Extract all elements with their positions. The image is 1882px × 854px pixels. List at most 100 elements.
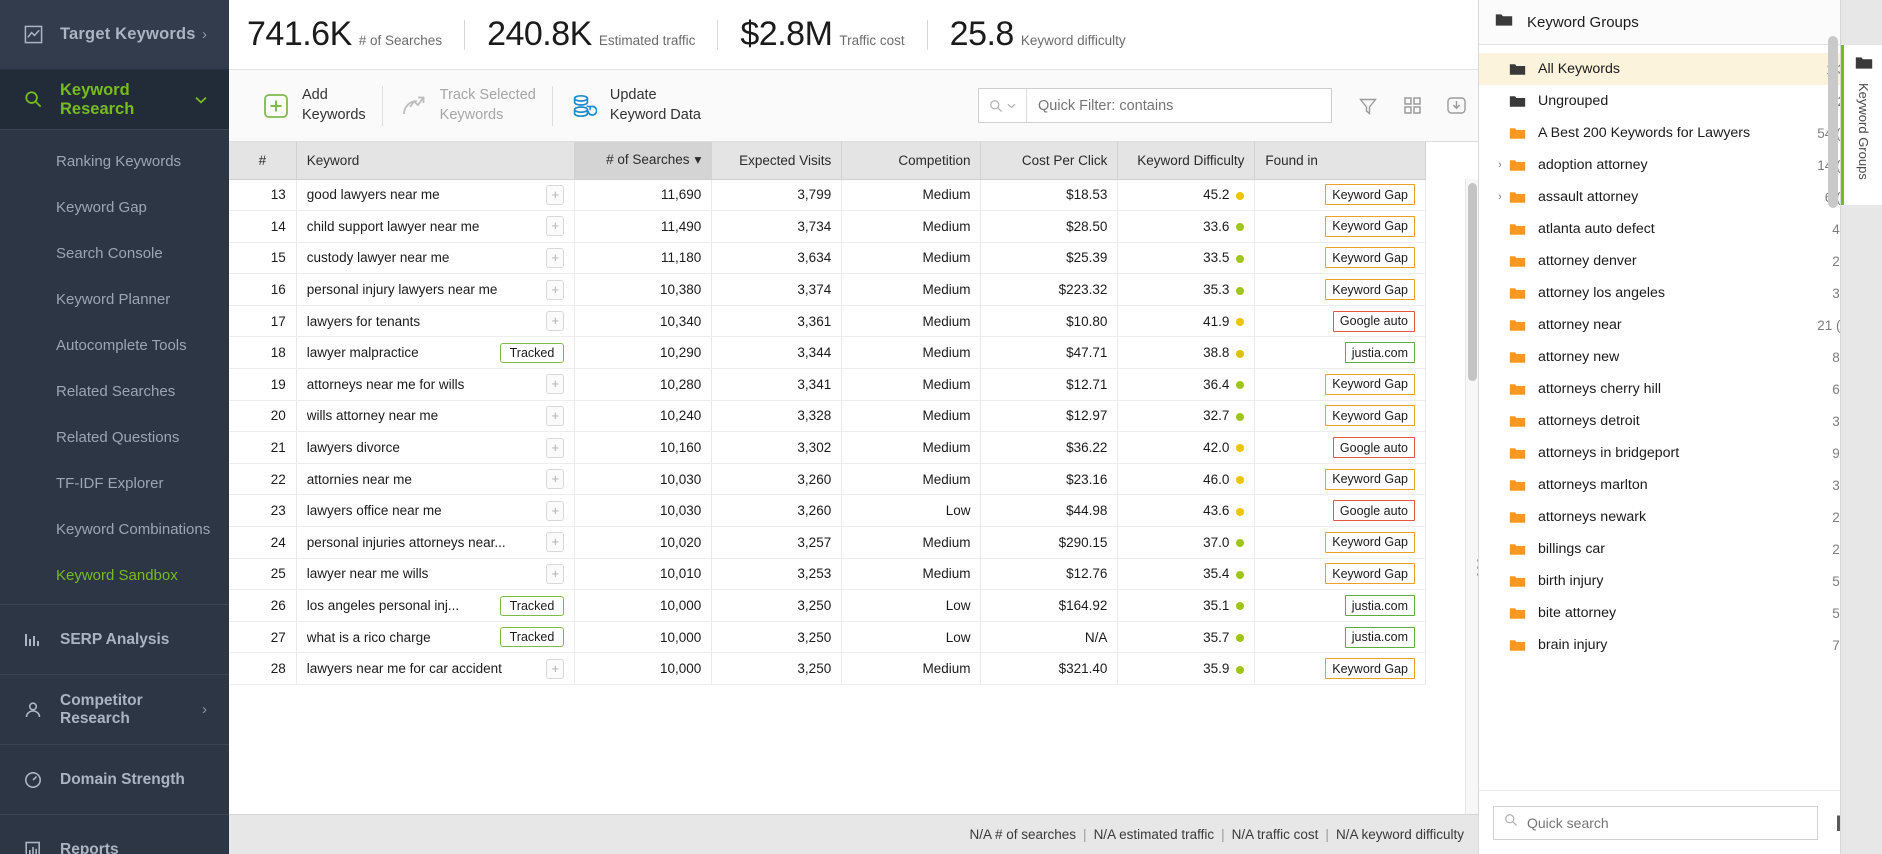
table-row[interactable]: 28 lawyers near me for car accident +10,00… xyxy=(229,652,1426,685)
found-in-tag[interactable]: Google auto xyxy=(1332,310,1415,332)
found-in-tag[interactable]: Google auto xyxy=(1332,500,1415,522)
quick-filter[interactable] xyxy=(978,88,1332,123)
group-list-item[interactable]: attorneys cherry hill6 (6) xyxy=(1479,373,1882,405)
table-row[interactable]: 19 attorneys near me for wills +10,280 3,34… xyxy=(229,368,1426,401)
column-header-cost-per-click[interactable]: Cost Per Click xyxy=(980,142,1119,180)
group-list-item[interactable]: Ungrouped212 xyxy=(1479,85,1882,117)
quick-search-input[interactable] xyxy=(1527,814,1817,831)
group-list-item[interactable]: › adoption attorney 14 (22) xyxy=(1479,149,1882,181)
sidebar-item-serp-analysis[interactable]: SERP Analysis xyxy=(0,604,229,674)
quick-filter-mode-dropdown[interactable] xyxy=(979,89,1027,122)
rail-tab-keyword-groups[interactable]: Keyword Groups xyxy=(1841,45,1882,205)
cell-keyword[interactable]: attorneys near me for wills + xyxy=(296,368,576,401)
sidebar-item-search-console[interactable]: Search Console xyxy=(0,230,229,276)
cell-keyword[interactable]: custody lawyer near me + xyxy=(296,242,576,275)
group-list-item[interactable]: billings car2 (2) xyxy=(1479,533,1882,565)
column-header-keyword-difficulty[interactable]: Keyword Difficulty xyxy=(1117,142,1256,180)
update-keyword-data-button[interactable]: Update Keyword Data xyxy=(553,77,717,135)
sidebar-item-keyword-sandbox[interactable]: Keyword Sandbox xyxy=(0,552,229,598)
add-keyword-row-button[interactable]: + xyxy=(546,563,565,584)
add-keywords-button[interactable]: Add Keywords xyxy=(245,77,382,135)
filter-button[interactable] xyxy=(1346,84,1390,128)
table-row[interactable]: 21 lawyers divorce +10,160 3,302 Medium $36.2… xyxy=(229,431,1426,464)
table-row[interactable]: 14 child support lawyer near me +11,490 3,7… xyxy=(229,210,1426,243)
sidebar-item-competitor-research[interactable]: Competitor Research › xyxy=(0,674,229,744)
add-keyword-row-button[interactable]: + xyxy=(546,658,565,679)
table-row[interactable]: 17 lawyers for tenants +10,340 3,361 Medium $… xyxy=(229,305,1426,338)
quick-search[interactable] xyxy=(1493,805,1818,840)
table-vertical-scrollbar[interactable] xyxy=(1465,179,1478,814)
add-keyword-row-button[interactable]: + xyxy=(546,216,565,237)
found-in-tag[interactable]: Keyword Gap xyxy=(1325,215,1415,237)
cell-keyword[interactable]: lawyer near me wills + xyxy=(296,558,576,591)
cell-keyword[interactable]: what is a rico charge Tracked xyxy=(296,621,576,654)
group-list-item[interactable]: attorneys marlton3 (3) xyxy=(1479,469,1882,501)
found-in-tag[interactable]: Keyword Gap xyxy=(1325,373,1415,395)
sidebar-item-ranking-keywords[interactable]: Ranking Keywords xyxy=(0,138,229,184)
export-button[interactable] xyxy=(1434,84,1478,128)
cell-keyword[interactable]: wills attorney near me + xyxy=(296,400,576,433)
table-row[interactable]: 23 lawyers office near me +10,030 3,260 Low $… xyxy=(229,494,1426,528)
sidebar-item-related-searches[interactable]: Related Searches xyxy=(0,368,229,414)
group-list-item[interactable]: attorneys in bridgeport9 (9) xyxy=(1479,437,1882,469)
sidebar-item-keyword-research[interactable]: Keyword Research xyxy=(0,70,229,130)
panel-resize-handle[interactable] xyxy=(1468,546,1478,588)
found-in-tag[interactable]: justia.com xyxy=(1344,342,1415,364)
group-list-item[interactable]: attorney near 21 (21) xyxy=(1479,309,1882,341)
group-list-item[interactable]: brain injury7 (7) xyxy=(1479,629,1882,661)
add-keyword-row-button[interactable]: + xyxy=(546,247,565,268)
table-row[interactable]: 13 good lawyers near me +11,690 3,799 Medium… xyxy=(229,179,1426,212)
column-header-expected-visits[interactable]: Expected Visits xyxy=(711,142,843,180)
table-row[interactable]: 20 wills attorney near me +10,240 3,328 Medi… xyxy=(229,400,1426,433)
group-list-item[interactable]: attorney denver2 (2) xyxy=(1479,245,1882,277)
table-row[interactable]: 25 lawyer near me wills +10,010 3,253 Medium… xyxy=(229,558,1426,591)
sidebar-item-keyword-gap[interactable]: Keyword Gap xyxy=(0,184,229,230)
table-row[interactable]: 24 personal injuries attorneys near... +10… xyxy=(229,526,1426,559)
column-header-found-in[interactable]: Found in xyxy=(1254,142,1426,180)
found-in-tag[interactable]: justia.com xyxy=(1344,595,1415,617)
found-in-tag[interactable]: Keyword Gap xyxy=(1325,247,1415,269)
column-header-index[interactable]: # xyxy=(229,142,297,180)
cell-keyword[interactable]: lawyer malpractice Tracked xyxy=(296,336,576,370)
sidebar-item-target-keywords[interactable]: Target Keywords › xyxy=(0,0,229,70)
add-keyword-row-button[interactable]: + xyxy=(546,437,565,458)
group-list-item[interactable]: attorney new8 (8) xyxy=(1479,341,1882,373)
cell-keyword[interactable]: attornies near me + xyxy=(296,463,576,496)
table-row[interactable]: 15 custody lawyer near me +11,180 3,634 Medi… xyxy=(229,242,1426,275)
expand-chevron-icon[interactable]: › xyxy=(1491,191,1509,203)
sidebar-item-keyword-planner[interactable]: Keyword Planner xyxy=(0,276,229,322)
found-in-tag[interactable]: justia.com xyxy=(1344,626,1415,648)
found-in-tag[interactable]: Keyword Gap xyxy=(1325,468,1415,490)
expand-chevron-icon[interactable]: › xyxy=(1491,159,1509,171)
cell-keyword[interactable]: lawyers divorce + xyxy=(296,431,576,464)
sidebar-item-domain-strength[interactable]: Domain Strength xyxy=(0,744,229,814)
add-keyword-row-button[interactable]: + xyxy=(546,279,565,300)
group-list-item[interactable]: bite attorney5 (5) xyxy=(1479,597,1882,629)
found-in-tag[interactable]: Keyword Gap xyxy=(1325,563,1415,585)
group-list-item[interactable]: attorney los angeles3 (3) xyxy=(1479,277,1882,309)
scrollbar-thumb[interactable] xyxy=(1468,183,1477,381)
found-in-tag[interactable]: Keyword Gap xyxy=(1325,405,1415,427)
cell-keyword[interactable]: personal injuries attorneys near... + xyxy=(296,526,576,559)
add-keyword-row-button[interactable]: + xyxy=(546,184,565,205)
scrollbar-thumb[interactable] xyxy=(1828,36,1838,208)
group-list-item[interactable]: A Best 200 Keywords for Lawyers 54 (54) xyxy=(1479,117,1882,149)
cell-keyword[interactable]: personal injury lawyers near me + xyxy=(296,273,576,306)
add-keyword-row-button[interactable]: + xyxy=(546,500,565,521)
add-keyword-row-button[interactable]: + xyxy=(546,311,565,332)
found-in-tag[interactable]: Keyword Gap xyxy=(1325,184,1415,206)
column-header-searches[interactable]: # of Searches ▾ xyxy=(574,142,713,180)
table-row[interactable]: 18 lawyer malpractice Tracked 10,290 3,344 Me… xyxy=(229,336,1426,370)
cell-keyword[interactable]: child support lawyer near me + xyxy=(296,210,576,243)
group-list-item[interactable]: birth injury5 (5) xyxy=(1479,565,1882,597)
group-list-item[interactable]: All Keywords1,375 xyxy=(1479,53,1882,85)
cell-keyword[interactable]: lawyers for tenants + xyxy=(296,305,576,338)
add-keyword-row-button[interactable]: + xyxy=(546,374,565,395)
add-keyword-row-button[interactable]: + xyxy=(546,469,565,490)
add-keyword-row-button[interactable]: + xyxy=(546,532,565,553)
cell-keyword[interactable]: los angeles personal inj... Tracked xyxy=(296,589,576,622)
sidebar-item-related-questions[interactable]: Related Questions xyxy=(0,414,229,460)
cell-keyword[interactable]: good lawyers near me + xyxy=(296,179,576,212)
columns-button[interactable] xyxy=(1390,84,1434,128)
panel-outer-scrollbar[interactable] xyxy=(1828,36,1840,208)
